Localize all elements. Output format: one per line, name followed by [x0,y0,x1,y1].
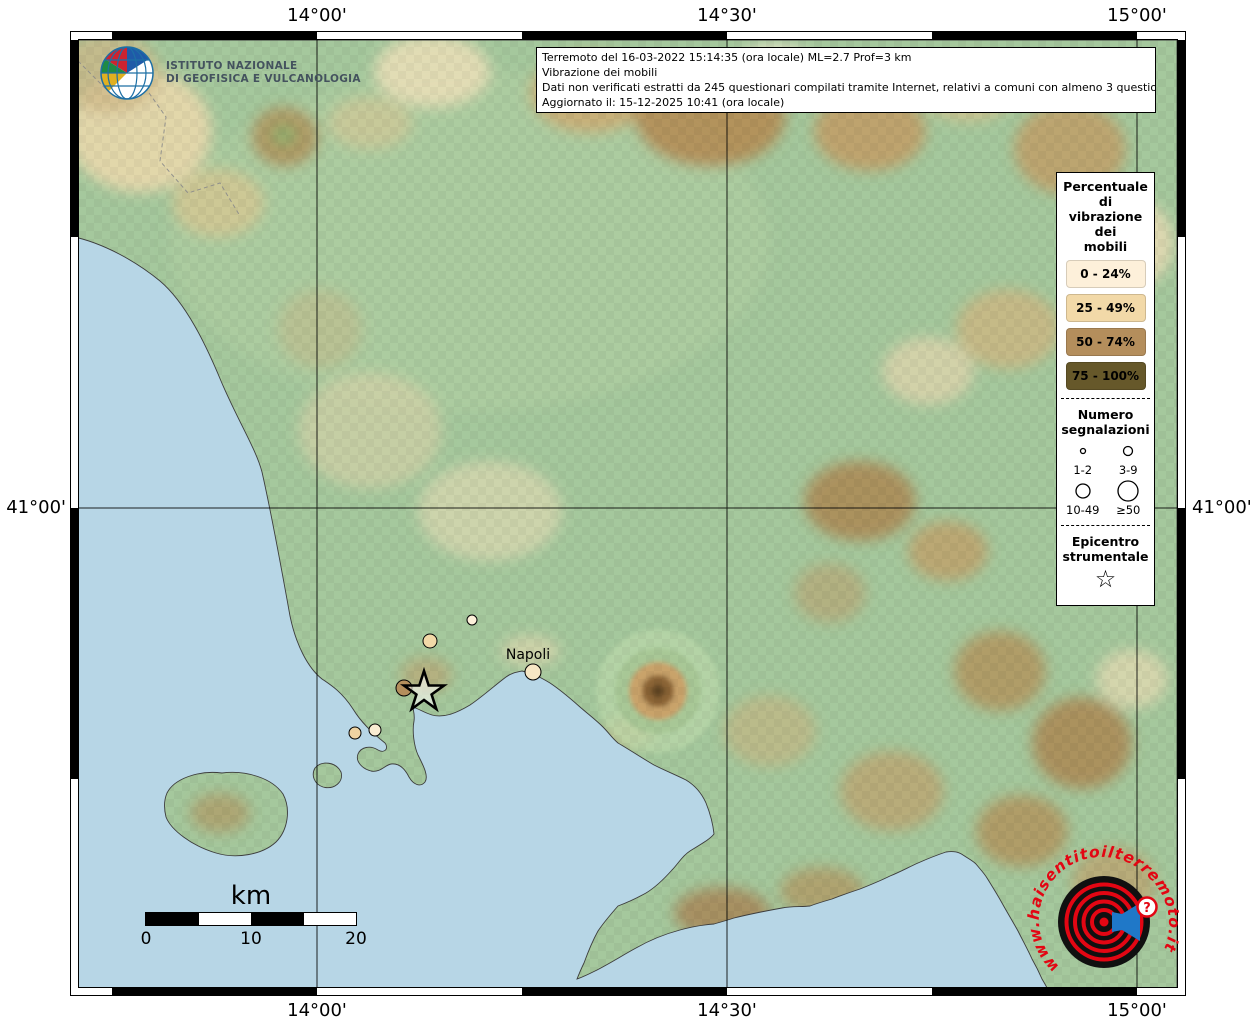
axis-label-right-41-00: 41°00' [1192,497,1252,518]
event-info-line-3: Dati non verificati estratti da 245 ques… [542,80,1150,95]
report-point-marker [467,615,477,625]
axis-label-left-41-00: 41°00' [2,497,66,518]
hsit-intensity-map-page: Napoli 14°00' 14°30' 15°00' 14°00' 14°30… [0,0,1256,1024]
axis-label-bottom-15-00: 15°00' [1107,1000,1167,1021]
legend-separator [1061,398,1150,399]
legend-size-grid: 1-23-910-49≥50 [1060,439,1151,517]
axis-label-bottom-14-30: 14°30' [697,1000,757,1021]
ingv-name-line2: DI GEOFISICA E VULCANOLOGIA [166,73,361,86]
scale-segment [251,913,304,925]
axis-label-top-14-00: 14°00' [287,5,347,26]
hsit-logo: www.haisentitoilterremoto.it ? [1026,844,1182,1000]
report-point-marker [369,724,381,736]
ingv-name-line1: ISTITUTO NAZIONALE [166,60,361,73]
event-info-line-1: Terremoto del 16-03-2022 15:14:35 (ora l… [542,50,1150,65]
city-label-napoli: Napoli [506,647,550,663]
legend-swatch: 0 - 24% [1066,260,1146,288]
legend-size-class: ≥50 [1106,479,1152,517]
map-scale-bar: km 0 10 20 [145,880,357,951]
axis-label-bottom-14-00: 14°00' [287,1000,347,1021]
legend-separator-2 [1061,525,1150,526]
report-point-marker [349,727,361,739]
axis-label-top-14-30: 14°30' [697,5,757,26]
scale-segment [199,913,252,925]
hsit-logo-icon: www.haisentitoilterremoto.it ? [1026,844,1182,1000]
scale-segment [146,913,199,925]
legend-swatch: 50 - 74% [1066,328,1146,356]
legend-signals-title: Numero segnalazioni [1060,407,1151,437]
scale-tick-labels: 0 10 20 [145,929,357,951]
legend-epicenter-star-icon: ☆ [1060,566,1151,592]
legend-swatch: 25 - 49% [1066,294,1146,322]
legend-size-class: 3-9 [1106,439,1152,477]
legend-swatch: 75 - 100% [1066,362,1146,390]
scale-unit-label: km [145,880,357,912]
ingv-globe-icon [98,44,156,102]
event-info-box: Terremoto del 16-03-2022 15:14:35 (ora l… [536,47,1156,113]
legend-size-class: 1-2 [1060,439,1106,477]
scale-tick-label: 0 [141,929,152,949]
scale-tick-label: 20 [345,929,367,949]
legend-epicenter-title: Epicentro strumentale [1060,534,1151,564]
axis-label-top-15-00: 15°00' [1107,5,1167,26]
ingv-logo-text: ISTITUTO NAZIONALE DI GEOFISICA E VULCAN… [166,60,361,86]
ingv-logo: ISTITUTO NAZIONALE DI GEOFISICA E VULCAN… [98,44,361,102]
legend-swatches: 0 - 24% 25 - 49% 50 - 74% 75 - 100% [1060,260,1151,390]
report-point-marker [525,664,541,680]
legend-title: Percentuale di vibrazione dei mobili [1060,179,1151,254]
question-mark-glyph: ? [1143,901,1151,916]
legend-size-class: 10-49 [1060,479,1106,517]
event-info-line-2: Vibrazione dei mobili [542,65,1150,80]
scale-bar-segments [145,912,357,926]
report-point-marker [423,634,437,648]
map-legend: Percentuale di vibrazione dei mobili 0 -… [1056,172,1155,606]
scale-tick-label: 10 [240,929,262,949]
event-info-line-4: Aggiornato il: 15-12-2025 10:41 (ora loc… [542,95,1150,110]
scale-segment [304,913,357,925]
map-canvas: Napoli [70,31,1186,996]
